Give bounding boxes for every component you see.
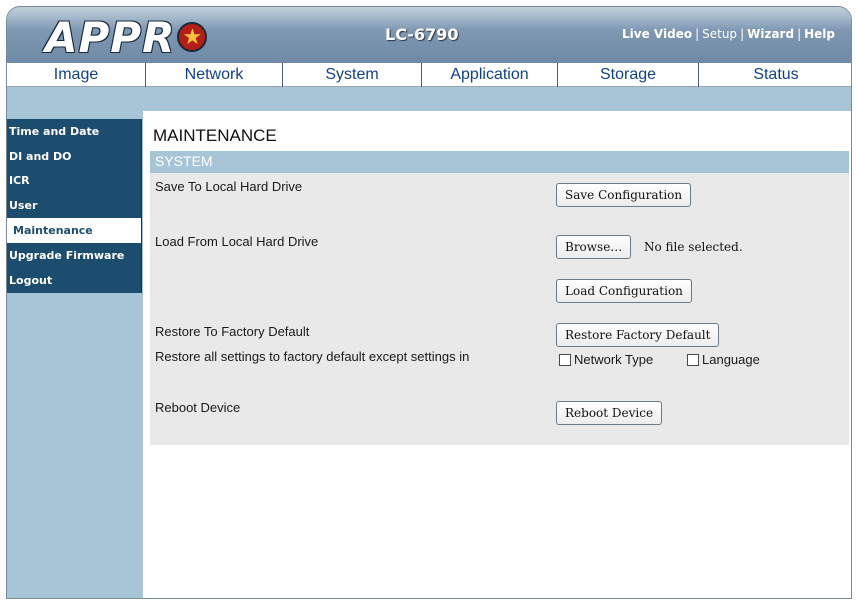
- wizard-link[interactable]: Wizard: [747, 27, 794, 41]
- link-separator: |: [740, 27, 745, 41]
- sidebar-item-icr[interactable]: ICR: [7, 169, 141, 194]
- app-window: APPR ★ LC-6790 Live Video | Setup | Wiza…: [6, 6, 852, 599]
- page-title: MAINTENANCE: [153, 126, 277, 145]
- live-video-link[interactable]: Live Video: [622, 27, 692, 41]
- save-configuration-button[interactable]: Save Configuration: [556, 183, 692, 207]
- network-type-label: Network Type: [574, 352, 654, 367]
- tab-image[interactable]: Image: [7, 63, 146, 87]
- language-checkbox[interactable]: Language: [687, 352, 760, 367]
- sidebar-item-di-and-do[interactable]: DI and DO: [7, 144, 141, 169]
- load-label: Load From Local Hard Drive: [155, 234, 319, 249]
- reboot-device-button[interactable]: Reboot Device: [556, 401, 663, 425]
- section-header: SYSTEM: [150, 151, 849, 173]
- section-title: SYSTEM: [155, 153, 213, 169]
- sidebar-menu: Time and Date DI and DO ICR User Mainten…: [7, 119, 142, 293]
- browse-button[interactable]: Browse…: [556, 235, 632, 259]
- star-logo-icon: ★: [177, 22, 208, 52]
- restore-label: Restore To Factory Default: [155, 324, 310, 339]
- link-separator: |: [695, 27, 700, 41]
- checkbox-box[interactable]: [687, 353, 699, 366]
- language-label: Language: [702, 352, 760, 367]
- checkbox-box[interactable]: [559, 353, 571, 366]
- restore-factory-default-button[interactable]: Restore Factory Default: [556, 323, 720, 347]
- sidebar-item-logout[interactable]: Logout: [7, 268, 141, 293]
- help-link[interactable]: Help: [804, 27, 835, 41]
- tab-application[interactable]: Application: [422, 63, 558, 87]
- link-separator: |: [797, 27, 802, 41]
- reboot-label: Reboot Device: [155, 400, 241, 415]
- tab-system[interactable]: System: [283, 63, 422, 87]
- main-content: MAINTENANCE SYSTEM Save To Local Hard Dr…: [149, 111, 849, 598]
- logo-text: APPR: [45, 12, 176, 62]
- main-tab-bar: Image Network System Application Storage…: [7, 63, 851, 87]
- sidebar-item-user[interactable]: User: [7, 193, 141, 218]
- network-type-checkbox[interactable]: Network Type: [559, 352, 653, 367]
- tab-network[interactable]: Network: [146, 63, 283, 87]
- load-configuration-button[interactable]: Load Configuration: [556, 279, 692, 303]
- sidebar-item-time-and-date[interactable]: Time and Date: [7, 119, 141, 144]
- save-label: Save To Local Hard Drive: [155, 179, 303, 194]
- tab-status[interactable]: Status: [699, 63, 851, 87]
- restore-except-label: Restore all settings to factory default …: [155, 349, 470, 364]
- header-bar: APPR ★ LC-6790 Live Video | Setup | Wiza…: [7, 7, 851, 63]
- sub-header-band: [7, 87, 851, 111]
- appro-logo: APPR ★: [45, 12, 208, 62]
- setup-link[interactable]: Setup: [702, 27, 737, 41]
- top-links: Live Video | Setup | Wizard | Help: [622, 27, 835, 41]
- model-name: LC-6790: [385, 25, 459, 44]
- sidebar: Time and Date DI and DO ICR User Mainten…: [7, 111, 143, 598]
- sidebar-item-maintenance[interactable]: Maintenance: [7, 218, 141, 243]
- file-status: No file selected.: [644, 240, 743, 254]
- tab-storage[interactable]: Storage: [558, 63, 699, 87]
- sidebar-item-upgrade-firmware[interactable]: Upgrade Firmware: [7, 243, 141, 268]
- system-panel: Save To Local Hard Drive Save Configurat…: [150, 173, 849, 445]
